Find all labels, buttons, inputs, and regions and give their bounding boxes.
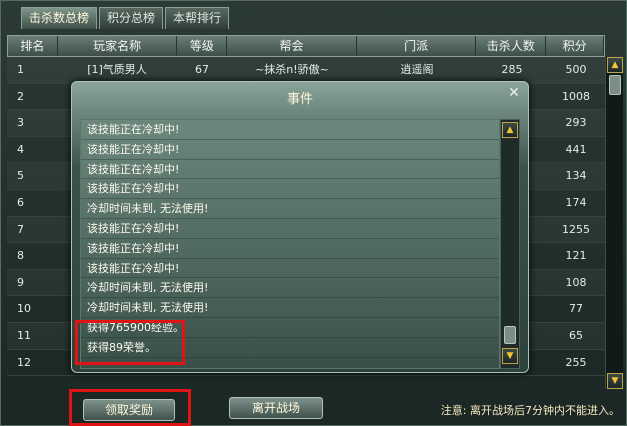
table-cell: 134 (565, 169, 587, 183)
table-cell: 7 (17, 222, 24, 236)
message-item: 该技能正在冷却中! (81, 239, 499, 259)
table-cell: 293 (565, 116, 587, 130)
table-cell: 174 (565, 195, 587, 209)
table-cell: 逍遥阁 (400, 63, 434, 76)
message-item: 冷却时间未到, 无法使用! (81, 278, 499, 299)
table-cell: 108 (565, 275, 587, 289)
close-icon[interactable]: ✕ (506, 85, 522, 101)
table-cell: 11 (17, 328, 31, 342)
table-header: 排名 玩家名称 等级 帮会 门派 击杀人数 积分 (7, 35, 605, 57)
table-cell: 5 (17, 169, 24, 183)
table-cell: 441 (565, 142, 587, 156)
table-cell: 1008 (562, 89, 590, 103)
table-cell: 1 (17, 63, 24, 76)
event-dialog: 事件 ✕ 该技能正在冷却中! 该技能正在冷却中! 该技能正在冷却中! 该技能正在冷却中… (71, 81, 529, 373)
scroll-thumb[interactable] (609, 75, 621, 95)
table-cell: 3 (17, 116, 24, 130)
message-scrollbar[interactable]: ▲ ▼ (500, 119, 520, 369)
tab-2[interactable]: 本帮排行 (165, 7, 230, 29)
message-item: 该技能正在冷却中! (81, 140, 499, 160)
message-item: 冷却时间未到, 无法使用! (81, 298, 499, 318)
scroll-up-icon[interactable]: ▲ (502, 122, 518, 138)
tab-1[interactable]: 积分总榜 (99, 7, 164, 29)
message-item: 该技能正在冷却中! (81, 179, 499, 200)
table-cell: 77 (569, 302, 583, 316)
tab-0[interactable]: 击杀数总榜 (21, 7, 98, 29)
column-header[interactable]: 帮会 (227, 36, 357, 56)
table-cell: 1255 (562, 222, 590, 236)
table-scrollbar[interactable]: ▲ ▼ (605, 57, 623, 389)
claim-reward-highlight (69, 389, 191, 426)
reward-messages-highlight (75, 320, 185, 365)
column-header[interactable]: 积分 (546, 36, 604, 56)
table-cell: 67 (195, 63, 209, 76)
table-cell: 10 (17, 302, 31, 316)
column-header[interactable]: 玩家名称 (58, 36, 178, 56)
scroll-thumb[interactable] (504, 326, 516, 344)
battle-ranking-window: 击杀数总榜 积分总榜 本帮排行 排名 玩家名称 等级 帮会 门派 击杀人数 积分 1 [1]气质男… (0, 0, 627, 426)
message-item: 冷却时间未到, 无法使用! (81, 199, 499, 219)
message-item: 该技能正在冷却中! (81, 160, 499, 180)
table-cell: 12 (17, 355, 31, 369)
column-header[interactable]: 门派 (357, 36, 477, 56)
table-cell: 285 (501, 63, 523, 76)
column-header[interactable]: 排名 (8, 36, 58, 56)
scroll-down-icon[interactable]: ▼ (502, 348, 518, 364)
message-item: 该技能正在冷却中! (81, 120, 499, 140)
table-cell: 121 (565, 249, 587, 263)
table-cell: 9 (17, 275, 24, 289)
table-cell: 6 (17, 195, 24, 209)
table-cell: 500 (565, 63, 587, 76)
notice-text: 注意: 离开战场后7分钟内不能进入。 (440, 404, 620, 417)
ranking-tabs: 击杀数总榜 积分总榜 本帮排行 (21, 7, 230, 29)
table-cell: 65 (569, 328, 583, 342)
table-cell: 8 (17, 249, 24, 263)
scroll-down-icon[interactable]: ▼ (607, 373, 623, 389)
message-item: 该技能正在冷却中! (81, 259, 499, 279)
table-cell: [1]气质男人 (87, 63, 147, 76)
table-cell: 255 (565, 355, 587, 369)
scroll-up-icon[interactable]: ▲ (607, 57, 623, 73)
table-cell: 4 (17, 142, 24, 156)
table-row[interactable]: 1 [1]气质男人 67 ~抹杀n!骄傲~ 逍遥阁 285 500 (7, 57, 605, 84)
dialog-title: 事件 (286, 92, 313, 107)
column-header[interactable]: 击杀人数 (476, 36, 547, 56)
column-header[interactable]: 等级 (177, 36, 228, 56)
message-item: 该技能正在冷却中! (81, 219, 499, 239)
table-cell: 2 (17, 89, 24, 103)
table-cell: ~抹杀n!骄傲~ (255, 63, 329, 76)
leave-battle-button[interactable]: 离开战场 (229, 397, 323, 419)
